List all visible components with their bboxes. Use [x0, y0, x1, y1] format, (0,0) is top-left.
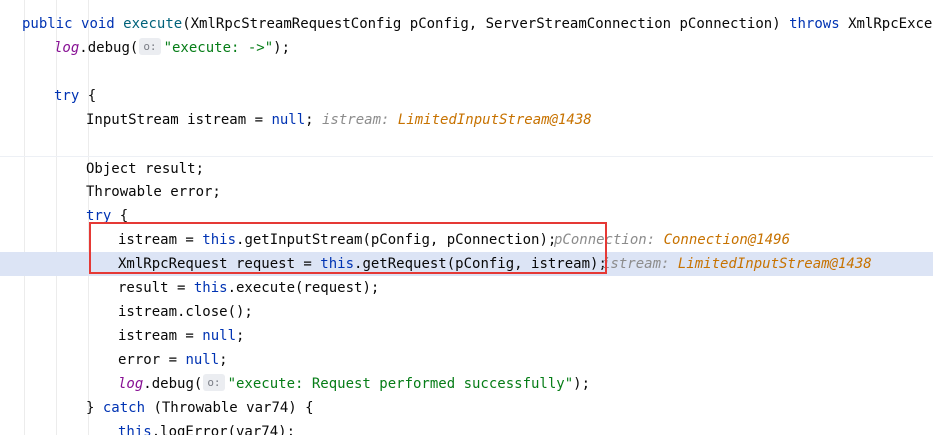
- code-text: istream =: [118, 328, 203, 344]
- code-text: XmlRpcRequest request =: [118, 256, 321, 272]
- code-text: istream =: [118, 232, 203, 248]
- keyword: null: [202, 328, 237, 344]
- code-text: istream.close();: [118, 304, 253, 320]
- current-execution-line[interactable]: XmlRpcRequest request = this.getRequest(…: [0, 252, 933, 276]
- code-line[interactable]: } catch (Throwable var74) {: [0, 396, 933, 420]
- code-text: .execute(request);: [227, 280, 380, 296]
- keyword: this: [193, 280, 228, 296]
- code-line[interactable]: public void execute(XmlRpcStreamRequestC…: [0, 12, 933, 36]
- code-text: );: [573, 376, 590, 392]
- code-text: ;: [236, 328, 245, 344]
- code-line[interactable]: try {: [0, 84, 933, 108]
- keyword: try: [86, 208, 112, 224]
- code-text: .debug(: [79, 40, 139, 56]
- code-line[interactable]: Object result;: [0, 156, 933, 181]
- string-literal: "execute: Request performed successfully…: [227, 376, 574, 392]
- string-literal: "execute: ->": [163, 40, 274, 56]
- code-editor[interactable]: public void execute(XmlRpcStreamRequestC…: [0, 0, 933, 435]
- code-line[interactable]: istream = null;: [0, 324, 933, 348]
- parameter-hint: o:: [203, 374, 225, 391]
- code-text: Object result;: [86, 161, 205, 177]
- code-text: .getRequest(pConfig, istream);: [354, 256, 607, 272]
- code-line[interactable]: try {: [0, 204, 933, 228]
- code-text: InputStream istream =: [86, 112, 272, 128]
- code-line[interactable]: InputStream istream = null; istream: Lim…: [0, 108, 933, 132]
- code-text: }: [86, 400, 103, 416]
- code-text: Throwable error;: [86, 184, 221, 200]
- keyword: this: [202, 232, 237, 248]
- code-text: result =: [118, 280, 194, 296]
- debug-inline-value: istream: LimitedInputStream@1438: [602, 256, 872, 272]
- keyword: public: [22, 16, 73, 32]
- code-line[interactable]: Throwable error;: [0, 180, 933, 204]
- keyword: null: [185, 352, 220, 368]
- code-text: (Throwable var74) {: [145, 400, 314, 416]
- code-text: );: [273, 40, 290, 56]
- parameter-hint: o:: [139, 38, 161, 55]
- code-line[interactable]: istream = this.getInputStream(pConfig, p…: [0, 228, 933, 252]
- keyword: catch: [102, 400, 146, 416]
- code-text: ;: [305, 112, 314, 128]
- code-text: XmlRpcException: [848, 16, 933, 32]
- keyword: this: [118, 424, 152, 435]
- code-text: ;: [219, 352, 228, 368]
- code-text: {: [79, 88, 97, 104]
- keyword: try: [54, 88, 80, 104]
- keyword: null: [271, 112, 306, 128]
- debug-inline-value: pConnection: Connection@1496: [554, 232, 791, 248]
- field-name: log: [54, 40, 80, 56]
- code-line[interactable]: error = null;: [0, 348, 933, 372]
- field-name: log: [118, 376, 144, 392]
- code-text: .logError(var74);: [151, 424, 296, 435]
- code-text: .debug(: [143, 376, 203, 392]
- code-line[interactable]: log.debug(o: "execute: ->");: [0, 36, 933, 60]
- code-text: .getInputStream(pConfig, pConnection);: [236, 232, 557, 248]
- keyword: void: [81, 16, 115, 32]
- code-line[interactable]: result = this.execute(request);: [0, 276, 933, 300]
- method-name: execute: [123, 16, 183, 32]
- debug-inline-value: istream: LimitedInputStream@1438: [322, 112, 592, 128]
- code-line[interactable]: istream.close();: [0, 300, 933, 324]
- code-text: error =: [118, 352, 186, 368]
- code-text: {: [111, 208, 129, 224]
- code-line[interactable]: this.logError(var74);: [0, 420, 933, 435]
- keyword: this: [320, 256, 355, 272]
- keyword: throws: [789, 16, 840, 32]
- code-text: (XmlRpcStreamRequestConfig pConfig, Serv…: [182, 16, 790, 32]
- code-line[interactable]: log.debug(o: "execute: Request performed …: [0, 372, 933, 396]
